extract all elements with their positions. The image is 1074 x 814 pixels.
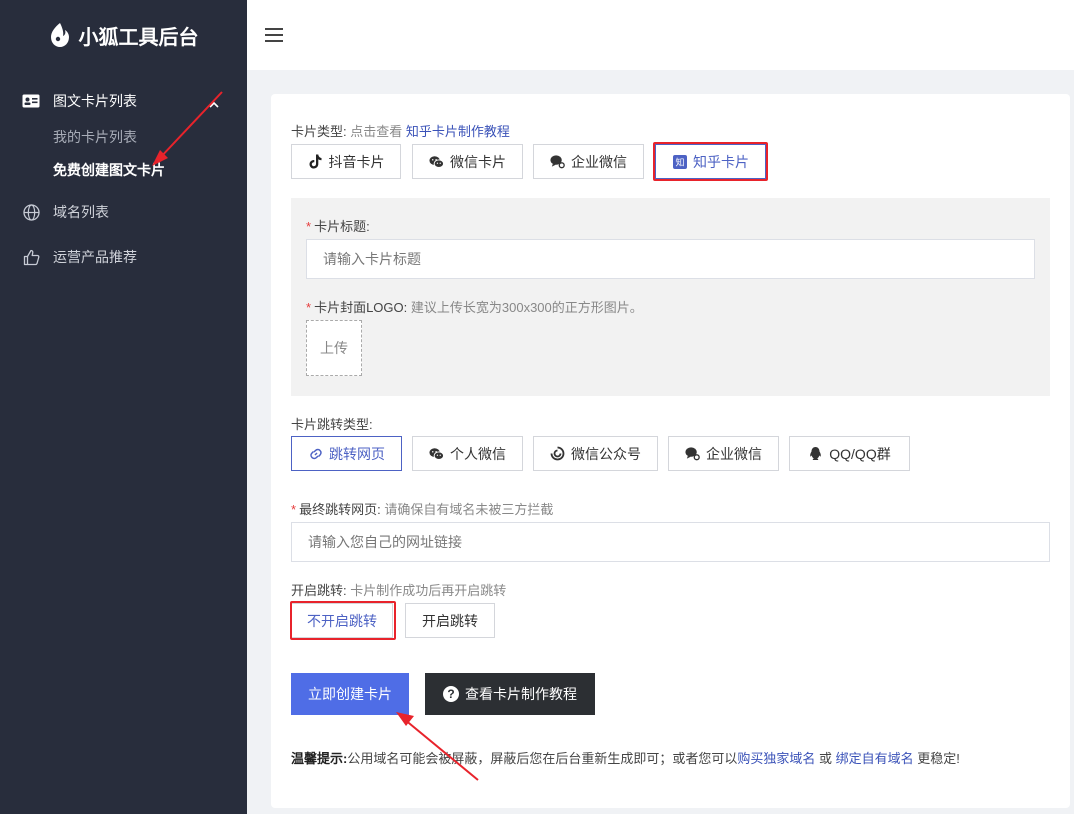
jump-enabled-button[interactable]: 开启跳转 (405, 603, 495, 638)
top-header (247, 0, 1074, 70)
card-logo-label-text: 卡片封面LOGO: (314, 300, 408, 315)
notice-text: 温馨提示:公用域名可能会被屏蔽，屏蔽后您在后台重新生成即可；或者您可以购买独家域… (291, 748, 960, 767)
sidebar-subitem-create-card[interactable]: 免费创建图文卡片 (0, 153, 247, 186)
button-label: 企业微信 (571, 153, 627, 170)
official-account-icon (550, 446, 565, 461)
chevron-up-icon[interactable] (209, 95, 219, 111)
card-title-label: * 卡片标题: (306, 216, 370, 235)
jump-disabled-button[interactable]: 不开启跳转 (291, 603, 393, 638)
card-type-zhihu-button[interactable]: 知 知乎卡片 (655, 144, 766, 179)
create-card-button[interactable]: 立即创建卡片 (291, 673, 409, 715)
menu-toggle-icon[interactable] (265, 28, 283, 42)
sidebar-menu: 图文卡片列表 我的卡片列表 免费创建图文卡片 域名列表 运营产品推荐 (0, 82, 247, 284)
final-url-hint: 请确保自有域名未被三方拦截 (384, 502, 554, 517)
tiktok-icon (308, 154, 323, 169)
enable-jump-label-text: 开启跳转: (291, 583, 347, 598)
final-url-input[interactable] (291, 522, 1050, 562)
card-type-hint: 点击查看 (350, 124, 403, 139)
sidebar-item-domain-list[interactable]: 域名列表 (0, 194, 247, 230)
card-type-label-text: 卡片类型: (291, 124, 347, 139)
jump-type-webpage-button[interactable]: 跳转网页 (291, 436, 402, 471)
button-label: 个人微信 (450, 445, 506, 462)
button-label: 开启跳转 (422, 612, 478, 629)
button-label: 跳转网页 (329, 445, 385, 462)
sidebar: 小狐工具后台 图文卡片列表 我的卡片列表 免费创建图文卡片 域名列表 运营产品推… (0, 0, 247, 814)
button-label: 查看卡片制作教程 (465, 686, 577, 702)
fox-logo-icon (50, 23, 69, 47)
question-icon: ? (443, 686, 459, 702)
card-type-label: 卡片类型: 点击查看 知乎卡片制作教程 (291, 121, 510, 140)
zhihu-icon: 知 (672, 154, 687, 169)
card-type-wework-button[interactable]: 企业微信 (533, 144, 644, 179)
card-title-input[interactable] (306, 239, 1035, 279)
enable-jump-hint: 卡片制作成功后再开启跳转 (350, 583, 507, 598)
id-card-icon (22, 92, 40, 110)
jump-type-personal-wechat-button[interactable]: 个人微信 (412, 436, 523, 471)
svg-text:知: 知 (675, 156, 684, 168)
brand: 小狐工具后台 (0, 0, 247, 70)
sidebar-item-products[interactable]: 运营产品推荐 (0, 230, 247, 284)
button-label: QQ/QQ群 (829, 445, 891, 462)
required-mark: * (306, 300, 312, 315)
jump-type-qq-button[interactable]: QQ/QQ群 (789, 436, 910, 471)
card-logo-label: * 卡片封面LOGO: 建议上传长宽为300x300的正方形图片。 (306, 297, 643, 316)
sidebar-item-label: 运营产品推荐 (53, 249, 137, 265)
menu-gap (0, 186, 247, 194)
button-label: 不开启跳转 (307, 612, 377, 629)
notice-or: 或 (815, 751, 836, 766)
required-mark: * (306, 219, 312, 234)
notice-suffix: 更稳定! (913, 751, 960, 766)
button-label: 企业微信 (706, 445, 762, 462)
card-type-wechat-button[interactable]: 微信卡片 (412, 144, 523, 179)
zhihu-tutorial-link[interactable]: 知乎卡片制作教程 (406, 124, 510, 139)
button-label: 抖音卡片 (328, 153, 385, 170)
wechat-icon (429, 154, 444, 169)
logo-upload-button[interactable]: 上传 (306, 320, 362, 376)
bind-domain-link[interactable]: 绑定自有域名 (836, 751, 914, 766)
create-card-form: 卡片类型: 点击查看 知乎卡片制作教程 抖音卡片 微信卡片 企业微信 知 知乎卡… (271, 94, 1070, 808)
wework-icon (550, 154, 565, 169)
button-label: 微信卡片 (450, 153, 506, 170)
thumbs-up-icon (22, 248, 40, 266)
notice-body: 公用域名可能会被屏蔽，屏蔽后您在后台重新生成即可；或者您可以 (347, 751, 738, 766)
view-tutorial-button[interactable]: ? 查看卡片制作教程 (425, 673, 595, 715)
sidebar-item-label: 图文卡片列表 (53, 93, 137, 109)
final-url-label: * 最终跳转网页: 请确保自有域名未被三方拦截 (291, 499, 553, 518)
card-type-douyin-button[interactable]: 抖音卡片 (291, 144, 401, 179)
notice-prefix: 温馨提示: (291, 751, 348, 766)
final-url-label-text: 最终跳转网页: (299, 502, 381, 517)
sidebar-submenu: 我的卡片列表 免费创建图文卡片 (0, 120, 247, 186)
required-mark: * (291, 502, 297, 517)
brand-title: 小狐工具后台 (78, 26, 199, 49)
button-label: 微信公众号 (571, 445, 641, 462)
sidebar-subitem-my-cards[interactable]: 我的卡片列表 (0, 120, 247, 153)
enable-jump-label: 开启跳转: 卡片制作成功后再开启跳转 (291, 580, 506, 599)
globe-icon (22, 203, 40, 221)
buy-domain-link[interactable]: 购买独家域名 (737, 751, 815, 766)
sidebar-item-label: 域名列表 (53, 204, 109, 220)
button-label: 知乎卡片 (693, 153, 749, 170)
wechat-icon (429, 446, 444, 461)
jump-type-official-account-button[interactable]: 微信公众号 (533, 436, 658, 471)
jump-type-label: 卡片跳转类型: (291, 417, 373, 432)
jump-type-wework-button[interactable]: 企业微信 (668, 436, 779, 471)
link-icon (308, 446, 323, 461)
card-title-label-text: 卡片标题: (314, 219, 370, 234)
card-logo-hint: 建议上传长宽为300x300的正方形图片。 (410, 300, 643, 315)
qq-icon (808, 446, 823, 461)
sidebar-item-card-list[interactable]: 图文卡片列表 (0, 82, 247, 120)
wework-icon (685, 446, 700, 461)
